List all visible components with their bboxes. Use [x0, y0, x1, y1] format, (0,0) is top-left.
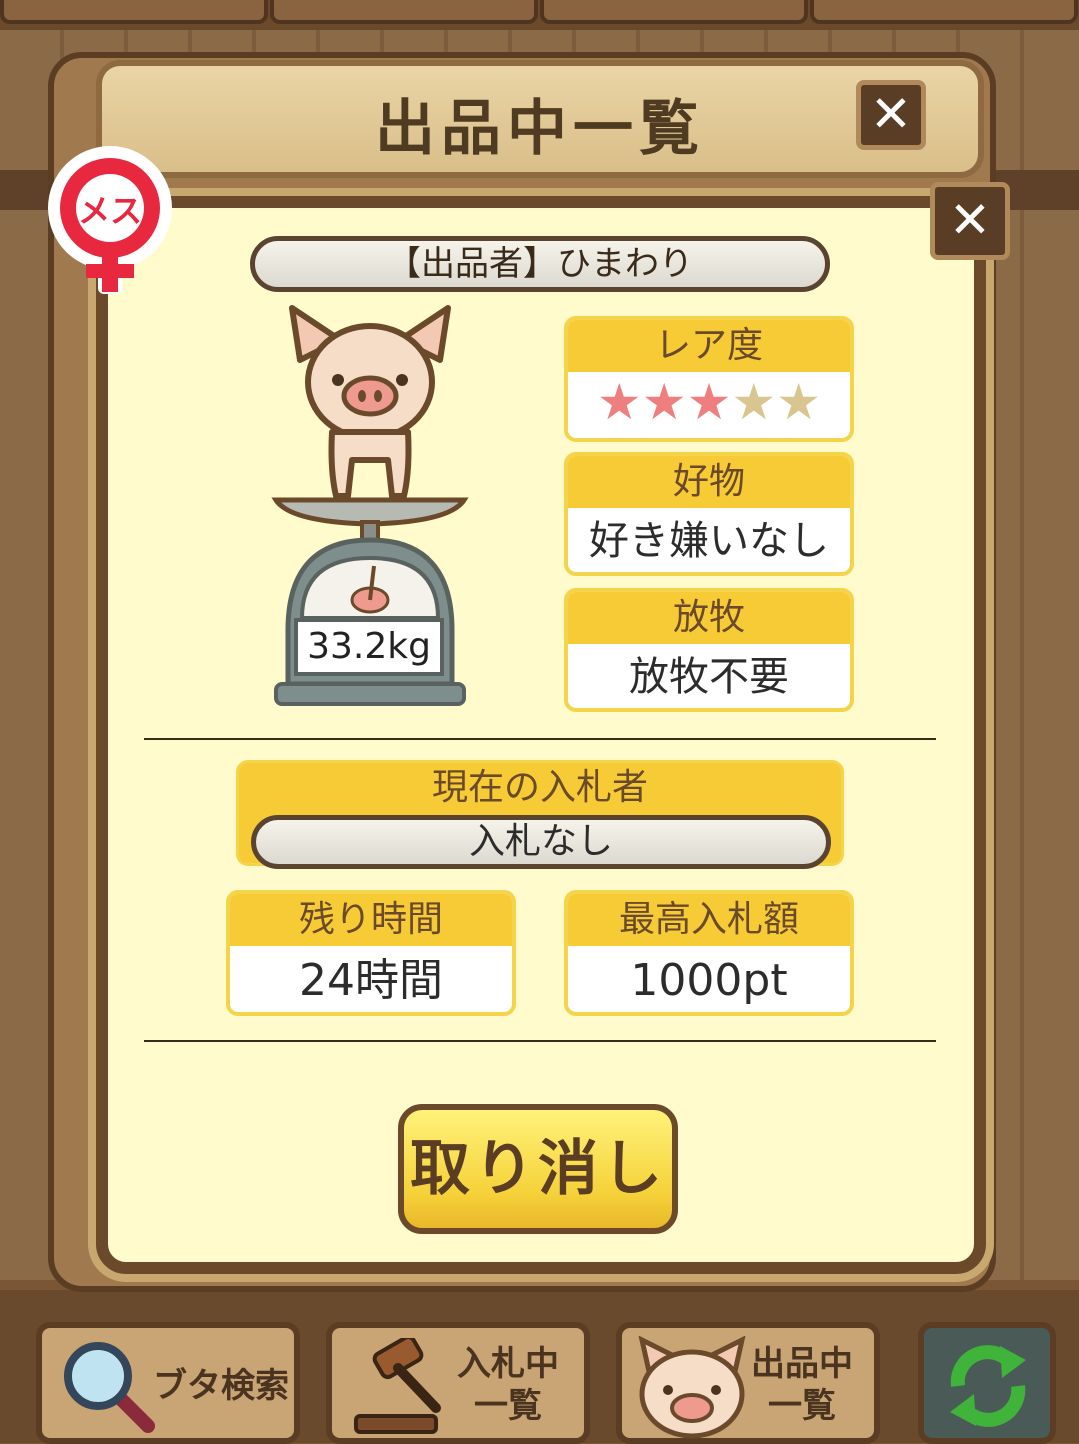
- time-left-label: 残り時間: [230, 894, 512, 946]
- background-beam: [270, 0, 538, 24]
- title-board: 出品中一覧: [96, 60, 984, 178]
- current-bidder-box: 現在の入札者 入札なし: [236, 760, 844, 869]
- rarity-stars: ★★★★★: [568, 372, 850, 438]
- seller-name-field: 【出品者】ひまわり: [250, 236, 830, 292]
- background-beam: [810, 0, 1078, 24]
- weight-display: 33.2kg: [294, 618, 444, 676]
- window-close-button[interactable]: ✕: [856, 80, 926, 150]
- divider: [144, 1040, 936, 1042]
- favorite-box: 好物 好き嫌いなし: [564, 452, 854, 576]
- bidding-list-label-1: 入札中: [457, 1344, 559, 1384]
- star-filled-icon: ★: [596, 373, 642, 431]
- dialog-close-button[interactable]: ✕: [930, 182, 1010, 260]
- top-bid-value: 1000pt: [630, 955, 788, 1006]
- pig-search-label: ブタ検索: [153, 1366, 289, 1406]
- grazing-value: 放牧不要: [629, 654, 789, 700]
- refresh-button[interactable]: [918, 1322, 1056, 1444]
- star-empty-icon: ★: [776, 373, 822, 431]
- current-bidder-value: 入札なし: [251, 815, 831, 869]
- background-beam: [0, 0, 268, 24]
- top-bid-label: 最高入札額: [568, 894, 850, 946]
- bidding-list-button[interactable]: 入札中 一覧: [326, 1322, 590, 1444]
- gender-label: メス: [77, 192, 142, 230]
- listing-list-button[interactable]: 出品中 一覧: [616, 1322, 880, 1444]
- close-icon: ✕: [870, 85, 912, 143]
- rarity-label: レア度: [568, 320, 850, 372]
- star-filled-icon: ★: [686, 373, 732, 431]
- time-left-value: 24時間: [299, 955, 443, 1006]
- star-empty-icon: ★: [731, 373, 777, 431]
- current-bidder-label: 現在の入札者: [431, 767, 648, 808]
- favorite-label: 好物: [568, 456, 850, 508]
- listing-list-label-2: 一覧: [768, 1386, 836, 1426]
- divider: [144, 738, 936, 740]
- magnifier-icon: [64, 1342, 155, 1433]
- top-bid-box: 最高入札額 1000pt: [564, 890, 854, 1016]
- female-badge: メス: [46, 146, 174, 296]
- cancel-listing-button[interactable]: 取り消し: [398, 1104, 678, 1234]
- listing-list-label-1: 出品中: [751, 1344, 853, 1384]
- pig-search-button[interactable]: ブタ検索: [36, 1322, 300, 1444]
- time-left-box: 残り時間 24時間: [226, 890, 516, 1016]
- refresh-icon: [950, 1345, 1026, 1427]
- rarity-box: レア度 ★★★★★: [564, 316, 854, 442]
- grazing-label: 放牧: [568, 592, 850, 644]
- background-beam: [540, 0, 808, 24]
- bidding-list-label-2: 一覧: [474, 1386, 542, 1426]
- grazing-box: 放牧 放牧不要: [564, 588, 854, 712]
- close-icon: ✕: [949, 191, 991, 249]
- window-title: 出品中一覧: [375, 94, 705, 164]
- star-filled-icon: ★: [641, 373, 687, 431]
- weight-value: 33.2kg: [307, 626, 431, 667]
- favorite-value: 好き嫌いなし: [589, 518, 829, 564]
